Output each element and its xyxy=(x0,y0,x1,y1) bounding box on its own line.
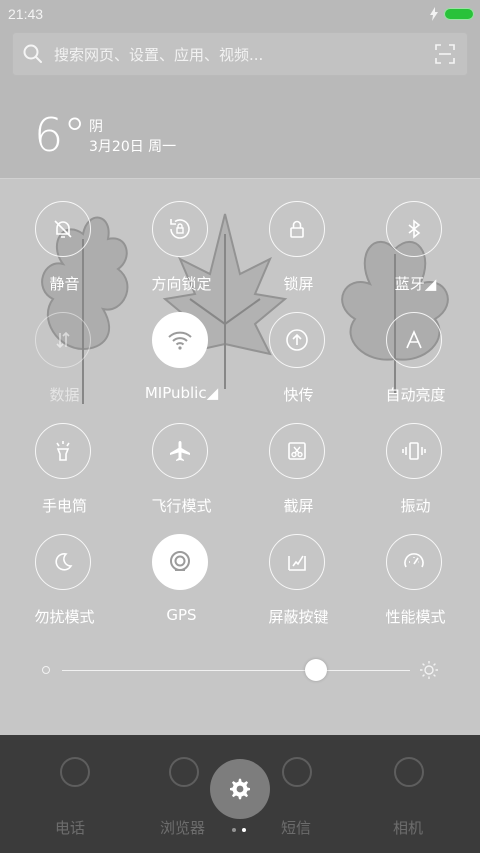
toggle-gps[interactable]: GPS xyxy=(123,534,240,644)
toggle-airplane[interactable]: 飞行模式 xyxy=(123,423,240,533)
status-icons xyxy=(430,6,474,22)
toggle-vibrate[interactable]: 振动 xyxy=(357,423,474,533)
battery-icon xyxy=(444,8,474,20)
toggle-circle[interactable] xyxy=(386,534,442,590)
toggle-label: 自动亮度 xyxy=(385,386,446,404)
block-keys-icon xyxy=(288,555,306,571)
toggle-wifi[interactable]: MIPublic◢ xyxy=(123,312,240,422)
toggle-circle[interactable] xyxy=(269,312,325,368)
toggle-label: GPS xyxy=(166,606,197,624)
lock-icon xyxy=(290,220,304,238)
toggle-circle[interactable] xyxy=(269,201,325,257)
status-time: 21:43 xyxy=(8,6,44,22)
flashlight-icon xyxy=(56,441,70,461)
browser-app-icon[interactable] xyxy=(169,757,199,787)
camera-app-icon[interactable] xyxy=(394,757,424,787)
search-input[interactable]: 搜索网页、设置、应用、视频... xyxy=(54,44,263,65)
toggle-label: 截屏 xyxy=(283,497,314,515)
search-icon xyxy=(23,44,42,63)
speedometer-icon xyxy=(404,553,424,568)
toggle-circle[interactable] xyxy=(386,201,442,257)
toggle-circle[interactable] xyxy=(152,534,208,590)
toggle-label: 方向锁定 xyxy=(151,275,212,293)
toggle-circle[interactable] xyxy=(386,312,442,368)
gps-icon xyxy=(170,551,190,571)
toggle-lock-screen[interactable]: 锁屏 xyxy=(240,201,357,311)
brightness-high-icon xyxy=(420,661,438,679)
toggle-quick-transfer[interactable]: 快传 xyxy=(240,312,357,422)
toggle-circle[interactable] xyxy=(35,423,91,479)
toggle-screenshot[interactable]: 截屏 xyxy=(240,423,357,533)
toggle-silent[interactable]: 静音 xyxy=(6,201,123,311)
wifi-icon xyxy=(168,331,192,350)
brightness-thumb[interactable] xyxy=(305,659,328,681)
toggle-do-not-disturb[interactable]: 勿扰模式 xyxy=(6,534,123,644)
settings-button[interactable] xyxy=(210,759,270,819)
toggle-mobile-data[interactable]: 数据 xyxy=(6,312,123,422)
bell-off-icon xyxy=(54,220,72,238)
toggle-performance[interactable]: 性能模式 xyxy=(357,534,474,644)
toggle-circle[interactable] xyxy=(269,534,325,590)
page-dot-active xyxy=(242,828,246,832)
toggle-label: 静音 xyxy=(49,275,80,293)
toggle-circle[interactable] xyxy=(152,312,208,368)
gear-icon xyxy=(230,778,250,800)
toggle-circle[interactable] xyxy=(35,312,91,368)
airplane-icon xyxy=(170,441,190,461)
toggle-circle[interactable] xyxy=(152,423,208,479)
page-indicator xyxy=(232,828,246,832)
dock-label-phone[interactable]: 电话 xyxy=(55,817,85,838)
toggle-label: 勿扰模式 xyxy=(34,608,95,626)
search-bar[interactable]: 搜索网页、设置、应用、视频... xyxy=(12,32,468,76)
auto-brightness-icon xyxy=(406,330,422,349)
brightness-slider[interactable] xyxy=(0,655,480,685)
vibrate-icon xyxy=(402,442,426,460)
toggle-flashlight[interactable]: 手电筒 xyxy=(6,423,123,533)
toggle-label: 手电筒 xyxy=(41,497,87,515)
weather-condition: 阴 xyxy=(89,119,103,135)
toggle-bluetooth[interactable]: 蓝牙◢ xyxy=(357,201,474,311)
bluetooth-icon xyxy=(408,219,421,239)
toggle-label: 蓝牙◢ xyxy=(394,275,437,293)
moon-icon xyxy=(55,553,73,571)
weather-temperature: 6° xyxy=(34,108,87,162)
toggle-label: 屏蔽按键 xyxy=(268,608,329,626)
scan-icon[interactable] xyxy=(434,43,456,65)
mobile-data-icon xyxy=(56,331,70,349)
screenshot-icon xyxy=(288,442,306,460)
toggle-circle[interactable] xyxy=(35,534,91,590)
rotation-lock-icon xyxy=(170,219,190,239)
toggle-label: 飞行模式 xyxy=(151,497,212,515)
toggle-circle[interactable] xyxy=(269,423,325,479)
toggle-label: 性能模式 xyxy=(385,608,446,626)
toggle-circle[interactable] xyxy=(35,201,91,257)
toggle-block-keys[interactable]: 屏蔽按键 xyxy=(240,534,357,644)
app-dock: 电话 浏览器 短信 相机 xyxy=(0,735,480,853)
dock-label-browser[interactable]: 浏览器 xyxy=(160,817,205,838)
toggle-rotation-lock[interactable]: 方向锁定 xyxy=(123,201,240,311)
toggle-circle[interactable] xyxy=(152,201,208,257)
dock-label-camera[interactable]: 相机 xyxy=(393,817,423,838)
phone-app-icon[interactable] xyxy=(60,757,90,787)
weather-widget[interactable]: 6° 阴 3月20日 周一 xyxy=(0,78,480,178)
dock-label-messages[interactable]: 短信 xyxy=(281,817,311,838)
quick-transfer-icon xyxy=(286,329,308,351)
page-dot xyxy=(232,828,236,832)
toggle-auto-brightness[interactable]: 自动亮度 xyxy=(357,312,474,422)
toggle-label: 锁屏 xyxy=(283,275,314,293)
brightness-low-icon xyxy=(42,666,50,674)
weather-date: 3月20日 周一 xyxy=(89,139,177,155)
brightness-track[interactable] xyxy=(62,670,410,671)
toggle-circle[interactable] xyxy=(386,423,442,479)
charging-bolt-icon xyxy=(430,7,438,21)
toggle-label: 振动 xyxy=(400,497,431,515)
messages-app-icon[interactable] xyxy=(282,757,312,787)
status-bar: 21:43 xyxy=(0,0,480,28)
toggle-label: MIPublic◢ xyxy=(144,384,219,402)
toggle-label: 数据 xyxy=(49,386,80,404)
toggle-label: 快传 xyxy=(283,386,314,404)
